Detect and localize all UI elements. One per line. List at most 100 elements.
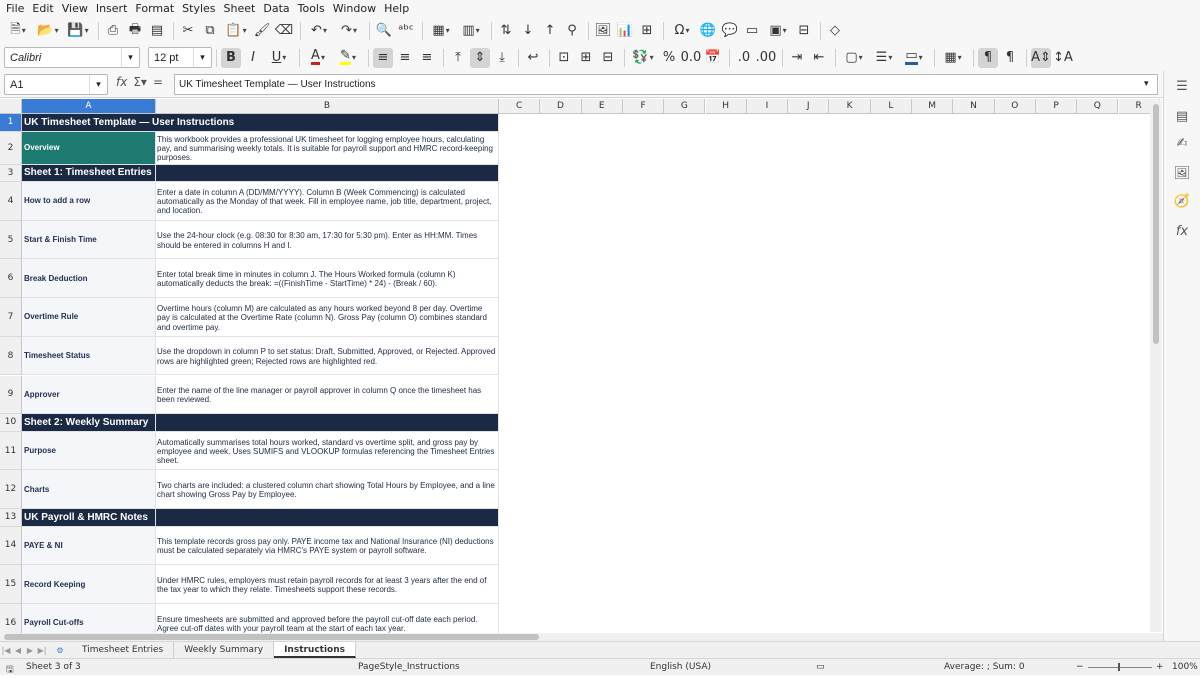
column-header-i[interactable]: I <box>746 99 789 114</box>
unmerge-cells-icon[interactable]: ⊟ <box>598 48 618 68</box>
column-header-l[interactable]: L <box>870 99 912 114</box>
column-header-d[interactable]: D <box>540 99 582 114</box>
label-cell[interactable]: Overview <box>22 131 156 165</box>
add-decimal-icon[interactable]: .0 <box>734 48 754 68</box>
formula-input[interactable]: UK Timesheet Template — User Instruction… <box>174 74 1158 95</box>
first-sheet-icon[interactable]: |◀ <box>0 646 12 655</box>
spellcheck-icon[interactable]: ᵃᵇᶜ <box>396 21 416 41</box>
menu-item-help[interactable]: Help <box>380 0 413 17</box>
description-cell[interactable]: Enter the name of the line manager or pa… <box>156 375 499 415</box>
export-pdf-icon[interactable]: ⎙ <box>103 21 123 41</box>
chevron-down-icon[interactable]: ▾ <box>121 48 139 67</box>
prev-sheet-icon[interactable]: ◀ <box>12 646 24 655</box>
text-direction-vertical-icon[interactable]: ↕A <box>1053 48 1073 68</box>
zoom-slider[interactable] <box>1088 667 1152 668</box>
column-header-q[interactable]: Q <box>1077 99 1119 114</box>
description-cell[interactable]: Under HMRC rules, employers must retain … <box>156 565 499 604</box>
currency-format-icon[interactable]: 💱 <box>629 48 657 68</box>
label-cell[interactable]: Start & Finish Time <box>22 220 156 260</box>
sort-descending-icon[interactable]: ↑ <box>540 21 560 41</box>
function-wizard-icon[interactable]: fx <box>116 75 127 89</box>
row-header[interactable]: 4 <box>0 182 22 221</box>
redo-icon[interactable]: ↷ <box>335 21 363 41</box>
sort-ascending-icon[interactable]: ↓ <box>518 21 538 41</box>
menu-item-styles[interactable]: Styles <box>178 0 219 17</box>
description-cell[interactable]: Use the 24-hour clock (e.g. 08:30 for 8:… <box>156 220 499 260</box>
find-replace-icon[interactable]: 🔍 <box>374 21 394 41</box>
styles-icon[interactable]: ✍ <box>1174 135 1190 151</box>
column-header-p[interactable]: P <box>1035 99 1078 114</box>
horizontal-scroll-thumb[interactable] <box>4 634 539 640</box>
border-color-icon[interactable]: ▭ <box>900 48 928 68</box>
align-center-icon[interactable]: ≡ <box>395 48 415 68</box>
label-cell[interactable]: Record Keeping <box>22 565 156 604</box>
row-header[interactable]: 16 <box>0 604 22 633</box>
row-header[interactable]: 3 <box>0 164 22 182</box>
zoom-level[interactable]: 100% <box>1172 662 1198 672</box>
label-cell[interactable]: Break Deduction <box>22 259 156 299</box>
wrap-text-icon[interactable]: ↩ <box>523 48 543 68</box>
description-cell[interactable]: Enter a date in column A (DD/MM/YYYY). C… <box>156 182 499 221</box>
sum-icon[interactable]: Σ▾ <box>133 75 147 89</box>
increase-indent-icon[interactable]: ⇥ <box>787 48 807 68</box>
undo-icon[interactable]: ↶ <box>305 21 333 41</box>
menu-item-data[interactable]: Data <box>259 0 293 17</box>
row-header[interactable]: 11 <box>0 431 22 471</box>
zoom-in-icon[interactable]: + <box>1156 662 1164 672</box>
font-size-box[interactable]: 12 pt ▾ <box>148 47 212 68</box>
label-cell[interactable]: Approver <box>22 375 156 415</box>
last-sheet-icon[interactable]: ▶| <box>36 646 48 655</box>
decrease-indent-icon[interactable]: ⇤ <box>809 48 829 68</box>
row-header[interactable]: 15 <box>0 565 22 604</box>
text-direction-icon[interactable]: A⇕ <box>1031 47 1051 68</box>
row-header[interactable]: 7 <box>0 298 22 337</box>
description-cell[interactable] <box>156 509 499 527</box>
paste-icon[interactable]: 📋 <box>222 21 250 41</box>
align-right-icon[interactable]: ≡ <box>417 48 437 68</box>
zoom-slider-handle[interactable] <box>1118 663 1120 671</box>
description-cell[interactable]: This template records gross pay only. PA… <box>156 526 499 566</box>
name-box[interactable]: A1 ▾ <box>4 74 108 95</box>
selection-summary[interactable]: Average: ; Sum: 0 <box>944 662 1025 672</box>
bold-icon[interactable]: B <box>221 47 241 68</box>
underline-icon[interactable]: U <box>265 48 293 68</box>
clone-formatting-icon[interactable]: 🖌 <box>252 21 272 41</box>
save-icon[interactable]: 💾 <box>64 21 92 41</box>
menu-item-view[interactable]: View <box>58 0 92 17</box>
autofilter-icon[interactable]: ⚲ <box>562 21 582 41</box>
menu-item-sheet[interactable]: Sheet <box>220 0 260 17</box>
sheet-tab-weekly-summary[interactable]: Weekly Summary <box>174 642 275 658</box>
description-cell[interactable]: Overtime hours (column M) are calculated… <box>156 298 499 337</box>
clear-formatting-icon[interactable]: ⌫ <box>274 21 294 41</box>
row-header[interactable]: 6 <box>0 259 22 299</box>
row-header[interactable]: 13 <box>0 509 22 527</box>
add-sheet-icon[interactable]: ⚙ <box>48 646 72 655</box>
label-cell[interactable]: PAYE & NI <box>22 526 156 566</box>
borders-icon[interactable]: ▢ <box>840 48 868 68</box>
left-to-right-icon[interactable]: ¶ <box>978 47 998 68</box>
special-character-icon[interactable]: Ω <box>668 21 696 41</box>
row-header[interactable]: 5 <box>0 220 22 260</box>
column-header-m[interactable]: M <box>912 99 954 114</box>
section-header-cell[interactable]: Sheet 1: Timesheet Entries <box>22 164 156 182</box>
print-icon[interactable]: 🖶 <box>125 21 145 41</box>
number-format-icon[interactable]: 0.0 <box>681 48 702 68</box>
document-modified-icon[interactable]: 🖫 <box>6 662 14 678</box>
menu-item-tools[interactable]: Tools <box>294 0 329 17</box>
hyperlink-icon[interactable]: 🌐 <box>698 21 718 41</box>
column-header-k[interactable]: K <box>829 99 871 114</box>
column-header-j[interactable]: J <box>788 99 830 114</box>
gallery-icon[interactable]: 🖼 <box>1174 165 1191 181</box>
menu-item-edit[interactable]: Edit <box>28 0 57 17</box>
row-header[interactable]: 14 <box>0 526 22 566</box>
conditional-format-icon[interactable]: ▦ <box>939 48 967 68</box>
hamburger-menu-icon[interactable]: ☰ <box>1174 78 1190 94</box>
menu-item-window[interactable]: Window <box>329 0 380 17</box>
label-cell[interactable]: Overtime Rule <box>22 298 156 337</box>
sort-icon[interactable]: ⇅ <box>496 21 516 41</box>
column-header-f[interactable]: F <box>622 99 665 114</box>
merge-center-icon[interactable]: ⊡ <box>554 48 574 68</box>
column-header-b[interactable]: B <box>156 99 499 114</box>
language[interactable]: English (USA) <box>650 662 711 672</box>
new-document-icon[interactable]: 🗎 <box>4 21 32 41</box>
